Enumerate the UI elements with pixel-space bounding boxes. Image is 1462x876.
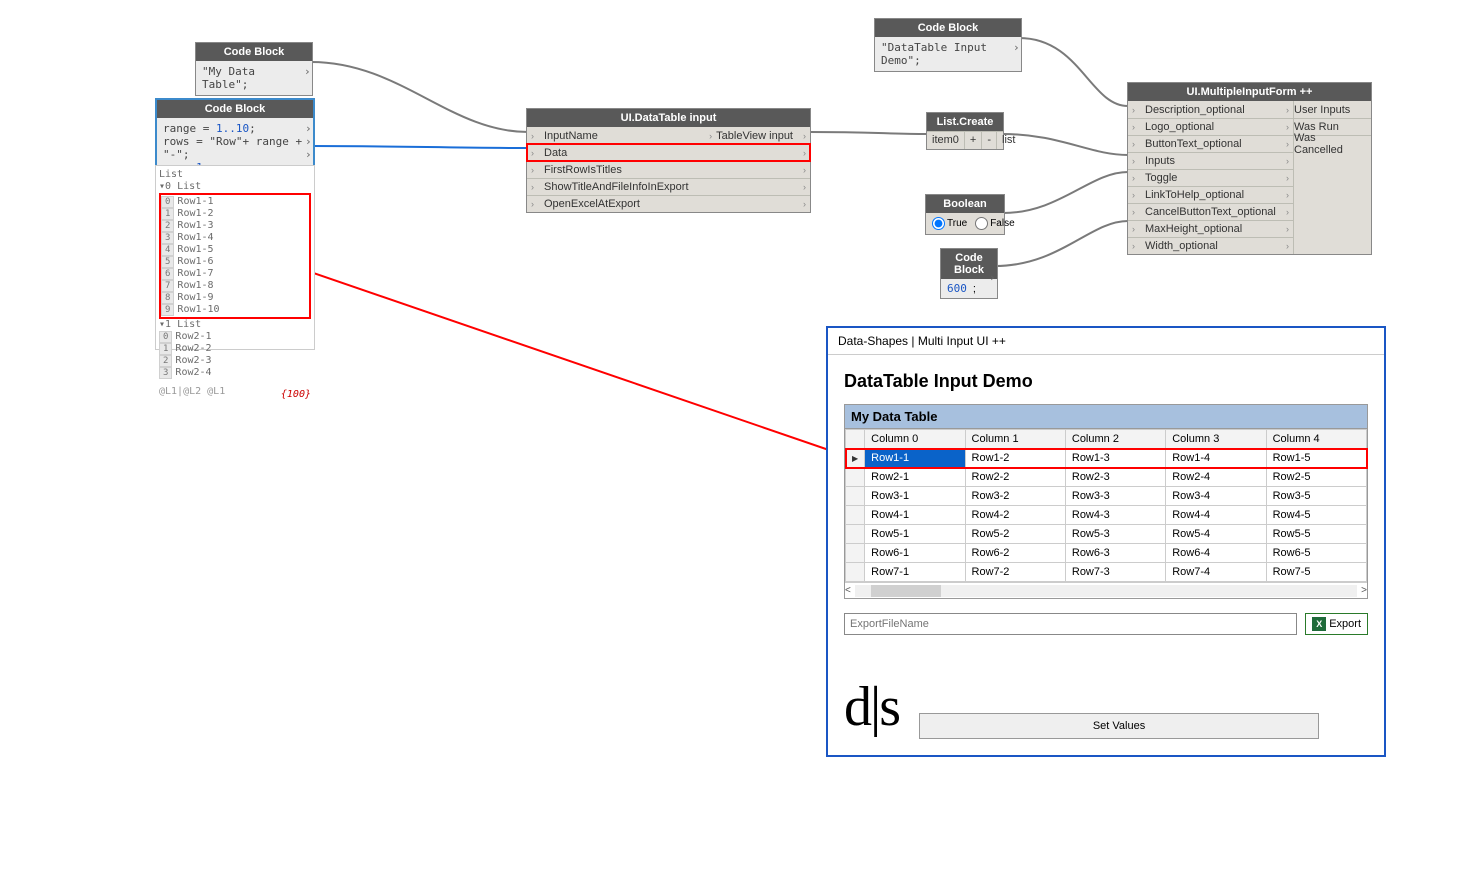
column-header[interactable]: Column 3 <box>1166 430 1266 449</box>
node-list-create[interactable]: List.Create item0 + - list <box>926 112 1004 150</box>
excel-icon: X <box>1312 617 1326 631</box>
node-title: UI.DataTable input <box>527 109 810 127</box>
port-tableview[interactable]: TableView input <box>716 130 799 142</box>
port-inputname[interactable]: InputName <box>538 130 705 142</box>
node-datatable-input[interactable]: UI.DataTable input ›InputName›TableView … <box>526 108 811 213</box>
radio-true[interactable]: True <box>932 217 967 230</box>
port-item0[interactable]: item0 <box>927 132 965 149</box>
code-text: "My Data Table"; <box>202 65 255 91</box>
node-title: Code Block <box>875 19 1021 37</box>
dialog-title: Data-Shapes | Multi Input UI ++ <box>828 328 1384 355</box>
node-boolean[interactable]: Boolean True False › <box>925 194 1005 235</box>
export-button[interactable]: X Export <box>1305 613 1368 635</box>
node-code-block-3[interactable]: Code Block "DataTable Input Demo";› <box>874 18 1022 72</box>
node-title: Boolean <box>926 195 1004 213</box>
set-values-button[interactable]: Set Values <box>919 713 1319 739</box>
column-header[interactable]: Column 1 <box>965 430 1065 449</box>
column-header[interactable]: Column 4 <box>1266 430 1366 449</box>
port-width[interactable]: Width_optional <box>1139 240 1282 252</box>
multi-input-dialog: Data-Shapes | Multi Input UI ++ DataTabl… <box>826 326 1386 757</box>
port-maxheight[interactable]: MaxHeight_optional <box>1139 223 1282 235</box>
port-firstrowistitles[interactable]: FirstRowIsTitles <box>538 164 799 176</box>
watch-preview: List ▾0 List 0Row1-1 1Row1-2 2Row1-3 3Ro… <box>155 165 315 350</box>
table-title: My Data Table <box>845 405 1367 429</box>
table-row[interactable]: Row4-1Row4-2Row4-3Row4-4Row4-5 <box>846 506 1367 525</box>
column-header[interactable]: Column 2 <box>1065 430 1165 449</box>
port-inputs[interactable]: Inputs <box>1139 155 1282 167</box>
port-buttontext[interactable]: ButtonText_optional <box>1139 138 1282 150</box>
horizontal-scrollbar[interactable]: <> <box>845 582 1367 598</box>
node-title: Code Block <box>157 100 313 118</box>
table-row[interactable]: Row6-1Row6-2Row6-3Row6-4Row6-5 <box>846 544 1367 563</box>
highlighted-preview-rows: 0Row1-1 1Row1-2 2Row1-3 3Row1-4 4Row1-5 … <box>159 193 311 319</box>
add-item-button[interactable]: + <box>965 132 982 149</box>
port-list[interactable]: list <box>997 132 1020 149</box>
table-row[interactable]: Row1-1Row1-2Row1-3Row1-4Row1-5 <box>846 449 1367 468</box>
node-multiple-input-form[interactable]: UI.MultipleInputForm ++ ›Description_opt… <box>1127 82 1372 255</box>
datashapes-logo: d|s <box>844 675 899 739</box>
port-openexcel[interactable]: OpenExcelAtExport <box>538 198 799 210</box>
port-userinputs[interactable]: User Inputs <box>1294 104 1356 116</box>
port-logo[interactable]: Logo_optional <box>1139 121 1282 133</box>
port-data[interactable]: Data <box>538 147 799 159</box>
node-code-block-4[interactable]: Code Block 600;› <box>940 248 998 299</box>
node-title: List.Create <box>927 113 1003 131</box>
table-row[interactable]: Row2-1Row2-2Row2-3Row2-4Row2-5 <box>846 468 1367 487</box>
table-row[interactable]: Row7-1Row7-2Row7-3Row7-4Row7-5 <box>846 563 1367 582</box>
code-text: 600 <box>941 279 973 298</box>
port-wascancelled[interactable]: Was Cancelled <box>1294 132 1371 156</box>
port-description[interactable]: Description_optional <box>1139 104 1282 116</box>
table-row[interactable]: Row3-1Row3-2Row3-3Row3-4Row3-5 <box>846 487 1367 506</box>
dialog-headline: DataTable Input Demo <box>844 371 1368 392</box>
node-title: Code Block <box>196 43 312 61</box>
port-showtitle[interactable]: ShowTitleAndFileInfoInExport <box>538 181 799 193</box>
code-text: "DataTable Input Demo"; <box>881 41 987 67</box>
data-table[interactable]: My Data Table Column 0 Column 1 Column 2… <box>844 404 1368 599</box>
node-title: UI.MultipleInputForm ++ <box>1128 83 1371 101</box>
port-toggle[interactable]: Toggle <box>1139 172 1282 184</box>
export-filename-input[interactable] <box>844 613 1297 635</box>
port-cancelbtn[interactable]: CancelButtonText_optional <box>1139 206 1282 218</box>
table-row[interactable]: Row5-1Row5-2Row5-3Row5-4Row5-5 <box>846 525 1367 544</box>
column-header[interactable]: Column 0 <box>865 430 965 449</box>
radio-false[interactable]: False <box>975 217 1014 230</box>
node-code-block-1[interactable]: Code Block "My Data Table";› <box>195 42 313 96</box>
remove-item-button[interactable]: - <box>982 132 997 149</box>
port-linktohelp[interactable]: LinkToHelp_optional <box>1139 189 1282 201</box>
